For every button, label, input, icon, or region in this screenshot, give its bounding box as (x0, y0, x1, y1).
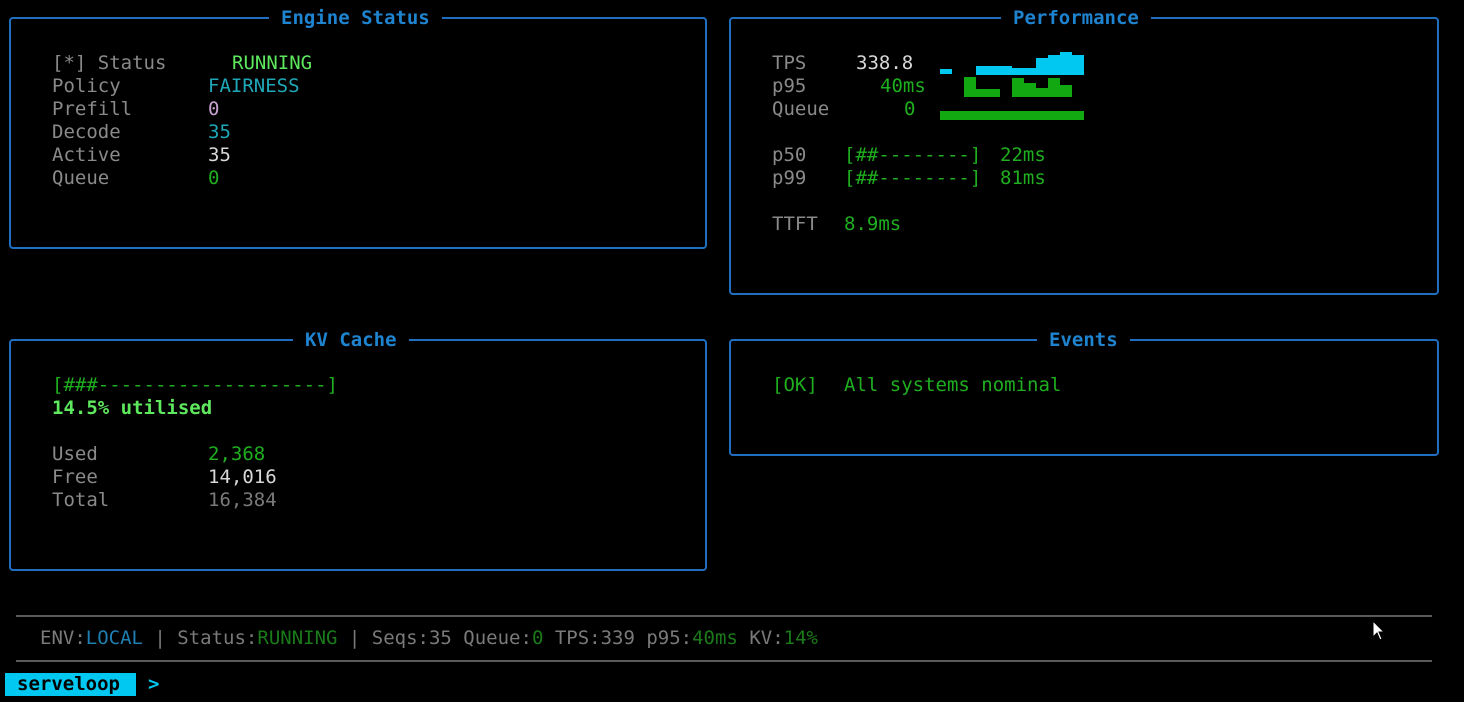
status-bar: ENV:LOCAL | Status:RUNNING | Seqs:35 Que… (40, 627, 818, 650)
engine-prefill-label: Prefill (52, 98, 133, 120)
ttft-value: 8.9ms (844, 213, 902, 235)
engine-decode-label: Decode (52, 121, 121, 143)
engine-status-value: RUNNING (232, 52, 313, 74)
kv-cache-title: KV Cache (293, 329, 409, 351)
engine-policy-value: FAIRNESS (208, 75, 300, 97)
kv-free-label: Free (52, 466, 98, 488)
kv-free-value: 14,016 (208, 466, 277, 488)
event-ok-tag: [OK] (772, 374, 818, 396)
engine-decode-value: 35 (208, 121, 231, 143)
engine-status-label: [*] Status (52, 52, 167, 74)
engine-queue-value: 0 (208, 167, 220, 189)
status-p95-label: p95: (646, 627, 693, 649)
engine-active-value: 35 (208, 144, 231, 166)
p50-bar: [##--------] (844, 144, 982, 166)
p50-value: 22ms (1000, 144, 1046, 166)
status-kv-label: KV: (737, 627, 784, 649)
engine-status-title: Engine Status (269, 7, 442, 29)
status-p95-value: 40ms (692, 627, 738, 649)
event-message: All systems nominal (844, 374, 1062, 396)
status-bottom-divider (16, 660, 1432, 662)
prompt-tag: serveloop (5, 673, 136, 696)
p99-label: p99 (772, 167, 807, 189)
status-queue-label: Queue: (463, 627, 532, 649)
events-title: Events (1037, 329, 1130, 351)
perf-queue-value: 0 (904, 98, 916, 120)
kv-usage-bar: [###--------------------] (52, 374, 338, 396)
events-panel: Events (729, 329, 1439, 456)
status-queue-value: 0 (531, 627, 544, 649)
p95-value: 40ms (880, 75, 926, 97)
status-top-divider (16, 615, 1432, 617)
prompt-input[interactable]: > (148, 673, 159, 696)
engine-policy-label: Policy (52, 75, 121, 97)
kv-utilisation: 14.5% utilised (52, 397, 213, 419)
performance-panel: Performance (729, 7, 1439, 295)
tps-label: TPS (772, 52, 807, 74)
p99-value: 81ms (1000, 167, 1046, 189)
status-sep-1: | (142, 627, 178, 649)
p95-label: p95 (772, 75, 807, 97)
p99-bar: [##--------] (844, 167, 982, 189)
seqs-count: Seqs:35 (371, 627, 464, 649)
kv-total-value: 16,384 (208, 489, 277, 511)
kv-total-label: Total (52, 489, 110, 511)
kv-used-label: Used (52, 443, 98, 465)
engine-active-label: Active (52, 144, 121, 166)
perf-queue-label: Queue (772, 98, 830, 120)
env-value: LOCAL (85, 627, 143, 649)
status-label: Status: (177, 627, 258, 649)
status-sep-2: | (337, 627, 372, 649)
engine-queue-label: Queue (52, 167, 110, 189)
tps-value: 338.8 (856, 52, 914, 74)
p50-label: p50 (772, 144, 807, 166)
status-tps: TPS:339 (543, 627, 647, 649)
status-kv-value: 14% (783, 627, 818, 649)
performance-title: Performance (1001, 7, 1151, 29)
env-label: ENV: (40, 627, 86, 649)
mouse-pointer-icon (1372, 620, 1386, 641)
engine-prefill-value: 0 (208, 98, 220, 120)
kv-used-value: 2,368 (208, 443, 266, 465)
status-value: RUNNING (257, 627, 338, 649)
ttft-label: TTFT (772, 213, 818, 235)
